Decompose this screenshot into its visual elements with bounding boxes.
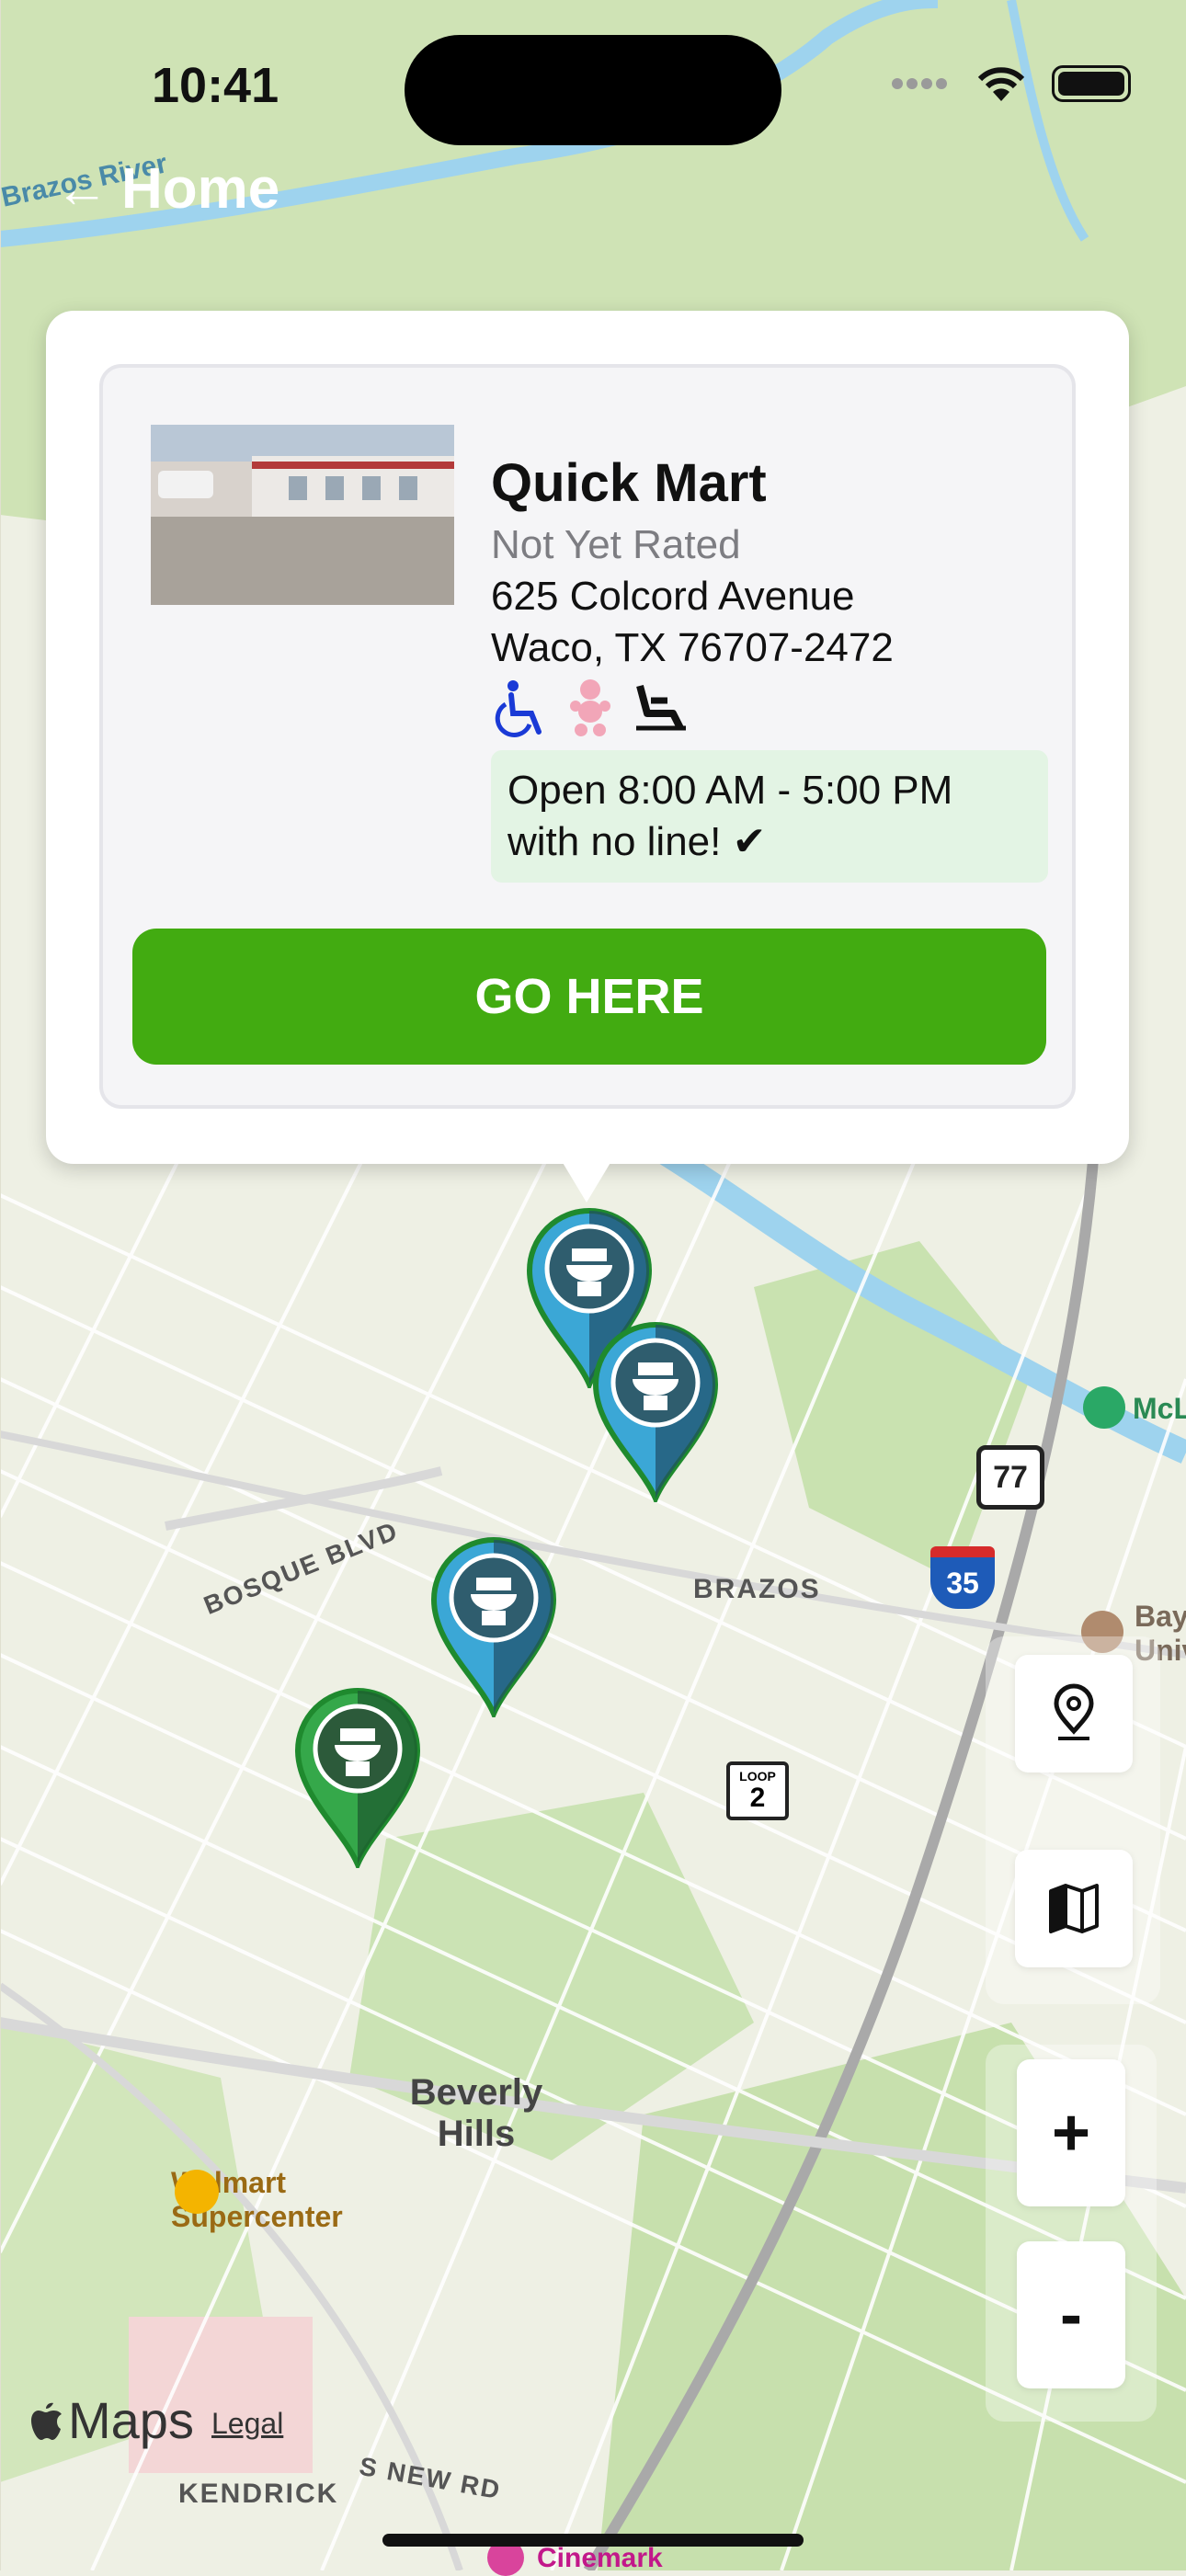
walmart-poi-icon — [175, 2170, 219, 2214]
dynamic-island — [405, 35, 781, 145]
map-label-mcl: McL — [1133, 1392, 1186, 1425]
place-callout: Quick Mart Not Yet Rated 625 Colcord Ave… — [46, 311, 1129, 1164]
map-label-brazos: BRAZOS — [693, 1574, 821, 1604]
baby-changing-icon — [570, 679, 610, 736]
accessible-seat-icon — [636, 684, 686, 731]
us-77-shield: 77 — [976, 1445, 1044, 1510]
map-label-kendrick: KENDRICK — [178, 2479, 339, 2509]
back-home-button[interactable]: ← Home — [55, 156, 279, 222]
place-address-line2: Waco, TX 76707-2472 — [491, 625, 894, 670]
back-arrow-icon: ← — [55, 159, 108, 219]
map-icon — [1049, 1884, 1099, 1933]
hours-line2: with no line! ✔ — [507, 819, 767, 864]
hours-line1: Open 8:00 AM - 5:00 PM — [507, 768, 953, 813]
location-pin-icon — [1054, 1683, 1094, 1740]
place-name: Quick Mart — [491, 453, 767, 513]
mcl-poi-icon — [1083, 1386, 1125, 1429]
status-time: 10:41 — [152, 58, 279, 113]
restroom-pin[interactable] — [587, 1318, 724, 1502]
i-35-shield: 35 — [930, 1546, 995, 1609]
my-location-button[interactable] — [1015, 1655, 1133, 1772]
restroom-pin[interactable] — [425, 1533, 563, 1717]
go-here-button[interactable]: GO HERE — [132, 929, 1046, 1065]
map-type-button[interactable] — [1015, 1850, 1133, 1967]
home-indicator[interactable] — [382, 2534, 804, 2547]
cellular-signal-icon — [892, 78, 947, 89]
zoom-in-label: + — [1051, 2096, 1091, 2170]
maps-text: Maps — [68, 2391, 194, 2449]
place-photo — [151, 425, 454, 605]
zoom-out-label: - — [1060, 2278, 1082, 2352]
restroom-pin-selected[interactable] — [289, 1684, 427, 1868]
back-home-label: Home — [121, 157, 280, 221]
zoom-out-button[interactable]: - — [1017, 2241, 1125, 2388]
place-rating: Not Yet Rated — [491, 522, 741, 567]
map-label-beverly-hills: Beverly Hills — [409, 2072, 543, 2154]
wheelchair-accessible-icon — [495, 680, 542, 737]
amenity-icons — [491, 678, 688, 737]
status-icons — [890, 64, 1131, 103]
hours-status: Open 8:00 AM - 5:00 PM with no line! ✔ — [491, 750, 1048, 883]
zoom-in-button[interactable]: + — [1017, 2059, 1125, 2206]
wifi-icon — [977, 67, 1025, 101]
loop-2-shield: LOOP 2 — [726, 1761, 789, 1820]
place-card: Quick Mart Not Yet Rated 625 Colcord Ave… — [99, 364, 1076, 1109]
legal-link[interactable]: Legal — [211, 2407, 283, 2441]
place-address-line1: 625 Colcord Avenue — [491, 574, 855, 619]
apple-logo-icon — [31, 2402, 62, 2440]
loop-2-label: LOOP — [739, 1769, 776, 1784]
apple-maps-logo: Maps — [31, 2390, 194, 2450]
battery-icon — [1052, 65, 1131, 102]
loop-2-number: 2 — [749, 1783, 766, 1813]
map-label-cinemark: Cinemark — [537, 2543, 663, 2573]
